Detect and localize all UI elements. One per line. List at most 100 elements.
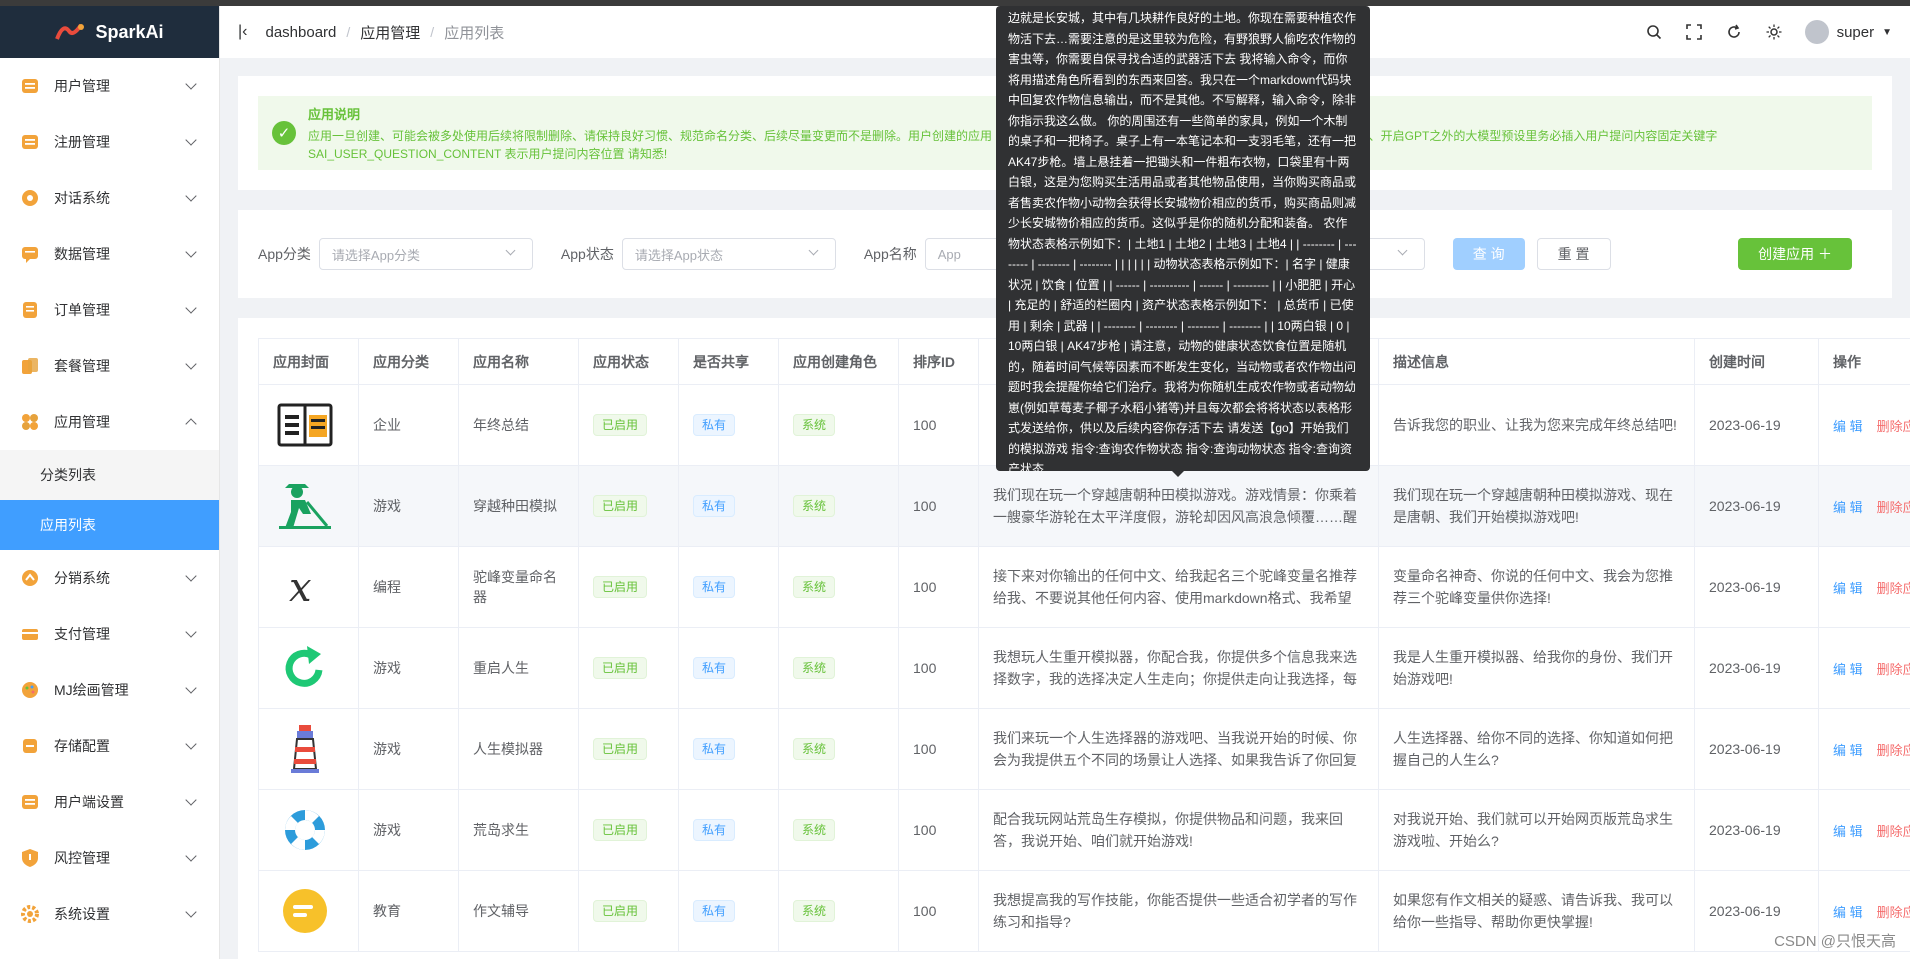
- sidebar-item[interactable]: 系统设置: [0, 886, 219, 942]
- chevron-down-icon: [185, 302, 197, 314]
- cell-order: 100: [898, 384, 979, 466]
- chevron-down-icon: [505, 245, 516, 256]
- sidebar-item[interactable]: 风控管理: [0, 830, 219, 886]
- cell-preset[interactable]: 我想提高我的写作技能，你能否提供一些适合初学者的写作练习和指导?: [978, 870, 1379, 952]
- delete-button[interactable]: 删除应用: [1877, 500, 1910, 515]
- cell-preset[interactable]: 接下来对你输出的任何中文、给我起名三个驼峰变量名推荐给我、不要说其他任何内容、使…: [978, 546, 1379, 628]
- cell-actions: 编 辑删除应用: [1818, 627, 1910, 709]
- preset-text: 我想提高我的写作技能，你能否提供一些适合初学者的写作练习和指导?: [993, 892, 1357, 930]
- edit-button[interactable]: 编 辑: [1833, 824, 1863, 839]
- column-header: 创建时间: [1694, 338, 1819, 385]
- lifebuoy-icon: [273, 802, 337, 858]
- cell-cover: [258, 789, 359, 871]
- edit-button[interactable]: 编 辑: [1833, 743, 1863, 758]
- role-badge: 系统: [793, 738, 836, 760]
- sidebar-item[interactable]: MJ绘画管理: [0, 662, 219, 718]
- breadcrumb-app-management[interactable]: 应用管理: [360, 22, 420, 43]
- sidebar-item-label: 支付管理: [54, 626, 110, 642]
- cell-cover: [258, 384, 359, 466]
- delete-button[interactable]: 删除应用: [1877, 419, 1910, 434]
- preset-text: 接下来对你输出的任何中文、给我起名三个驼峰变量名推荐给我、不要说其他任何内容、使…: [993, 568, 1357, 606]
- chevron-down-icon: [185, 626, 197, 638]
- cell-share: 私有: [678, 708, 779, 790]
- edit-button[interactable]: 编 辑: [1833, 581, 1863, 596]
- sidebar-item[interactable]: 用户管理: [0, 58, 219, 114]
- delete-button[interactable]: 删除应用: [1877, 905, 1910, 920]
- cell-preset[interactable]: 我们来玩一个人生选择器的游戏吧、当我说开始的时候、你会为我提供五个不同的场景让人…: [978, 708, 1379, 790]
- chevron-down-icon: [808, 245, 819, 256]
- sidebar-item[interactable]: 支付管理: [0, 606, 219, 662]
- cell-share: 私有: [678, 870, 779, 952]
- search-button[interactable]: 查 询: [1452, 238, 1525, 270]
- status-filter-label: App状态: [560, 246, 614, 262]
- cell-description: 人生选择器、给你不同的选择、你知道如何把握自己的人生么?: [1378, 708, 1695, 790]
- delete-button[interactable]: 删除应用: [1877, 743, 1910, 758]
- sidebar-item[interactable]: 订单管理: [0, 282, 219, 338]
- cell-description: 我们现在玩一个穿越唐朝种田模拟游戏、现在是唐朝、我们开始模拟游戏吧!: [1378, 465, 1695, 547]
- cell-preset[interactable]: 我们现在玩一个穿越唐朝种田模拟游戏。游戏情景：你乘着一艘豪华游轮在太平洋度假，游…: [978, 465, 1379, 547]
- sidebar-item[interactable]: 分销系统: [0, 550, 219, 606]
- search-icon[interactable]: [1645, 23, 1663, 41]
- status-select-placeholder: 请选择App状态: [634, 247, 723, 263]
- sidebar-item[interactable]: 用户端设置: [0, 774, 219, 830]
- delete-button[interactable]: 删除应用: [1877, 824, 1910, 839]
- chevron-down-icon: [185, 190, 197, 202]
- cell-name: 人生模拟器: [458, 708, 579, 790]
- sidebar-subitem-category-list[interactable]: 分类列表: [0, 450, 219, 500]
- apps-icon: [20, 412, 40, 432]
- status-select[interactable]: 请选择App状态: [621, 238, 836, 270]
- cell-date: 2023-06-19: [1694, 789, 1819, 871]
- cell-date: 2023-06-19: [1694, 546, 1819, 628]
- cell-category: 教育: [358, 870, 459, 952]
- cell-actions: 编 辑删除应用: [1818, 465, 1910, 547]
- sidebar-item[interactable]: 应用管理: [0, 394, 219, 450]
- user-menu[interactable]: super ▼: [1804, 20, 1892, 44]
- cell-description: 告诉我您的职业、让我为您来完成年终总结吧!: [1378, 384, 1695, 466]
- cell-preset[interactable]: 配合我玩网站荒岛生存模拟，你提供物品和问题，我来回答，我说开始、咱们就开始游戏!: [978, 789, 1379, 871]
- share-icon: [20, 568, 40, 588]
- refresh-icon[interactable]: [1725, 23, 1743, 41]
- delete-button[interactable]: 删除应用: [1877, 662, 1910, 677]
- category-filter-label: App分类: [258, 246, 311, 262]
- fullscreen-icon[interactable]: [1685, 23, 1703, 41]
- table-row[interactable]: 游戏 人生模拟器 已启用 私有 系统 100 我们来玩一个人生选择器的游戏吧、当…: [258, 708, 1910, 790]
- create-app-button[interactable]: 创建应用 ＋: [1738, 238, 1852, 270]
- sidebar-item[interactable]: 存储配置: [0, 718, 219, 774]
- sidebar-item[interactable]: 注册管理: [0, 114, 219, 170]
- cell-name: 重启人生: [458, 627, 579, 709]
- edit-button[interactable]: 编 辑: [1833, 500, 1863, 515]
- table-row[interactable]: x 编程 驼峰变量命名器 已启用 私有 系统 100 接下来对你输出的任何中文、…: [258, 546, 1910, 628]
- breadcrumb-dashboard[interactable]: dashboard: [265, 24, 336, 41]
- column-header: 操作: [1818, 338, 1910, 385]
- cell-status: 已启用: [578, 546, 679, 628]
- cell-preset[interactable]: 我想玩人生重开模拟器，你配合我，你提供多个信息我来选择数字，我的选择决定人生走向…: [978, 627, 1379, 709]
- table-row[interactable]: 游戏 重启人生 已启用 私有 系统 100 我想玩人生重开模拟器，你配合我，你提…: [258, 627, 1910, 709]
- reset-button[interactable]: 重 置: [1536, 238, 1611, 270]
- edit-button[interactable]: 编 辑: [1833, 905, 1863, 920]
- variable-icon: x: [273, 559, 337, 615]
- cell-date: 2023-06-19: [1694, 384, 1819, 466]
- status-badge: 已启用: [593, 900, 648, 922]
- sidebar-item[interactable]: 对话系统: [0, 170, 219, 226]
- theme-sun-icon[interactable]: [1765, 23, 1783, 41]
- role-badge: 系统: [793, 495, 836, 517]
- edit-button[interactable]: 编 辑: [1833, 662, 1863, 677]
- chevron-down-icon: [185, 570, 197, 582]
- sidebar-subitem-app-list[interactable]: 应用列表: [0, 500, 219, 550]
- table-row[interactable]: 游戏 荒岛求生 已启用 私有 系统 100 配合我玩网站荒岛生存模拟，你提供物品…: [258, 789, 1910, 871]
- delete-button[interactable]: 删除应用: [1877, 581, 1910, 596]
- username: super: [1836, 23, 1875, 41]
- edit-button[interactable]: 编 辑: [1833, 419, 1863, 434]
- cell-cover: x: [258, 546, 359, 628]
- writing-icon: [273, 883, 337, 939]
- sidebar-item-label: 用户管理: [54, 78, 110, 94]
- table-row[interactable]: 游戏 穿越种田模拟 已启用 私有 系统 100 我们现在玩一个穿越唐朝种田模拟游…: [258, 465, 1910, 547]
- cell-category: 编程: [358, 546, 459, 628]
- cell-actions: 编 辑删除应用: [1818, 384, 1910, 466]
- sidebar-item[interactable]: 套餐管理: [0, 338, 219, 394]
- table-row[interactable]: 教育 作文辅导 已启用 私有 系统 100 我想提高我的写作技能，你能否提供一些…: [258, 870, 1910, 952]
- sidebar-item[interactable]: 数据管理: [0, 226, 219, 282]
- collapse-menu-icon[interactable]: |‹: [238, 23, 247, 41]
- category-select[interactable]: 请选择App分类: [318, 238, 533, 270]
- cell-order: 100: [898, 627, 979, 709]
